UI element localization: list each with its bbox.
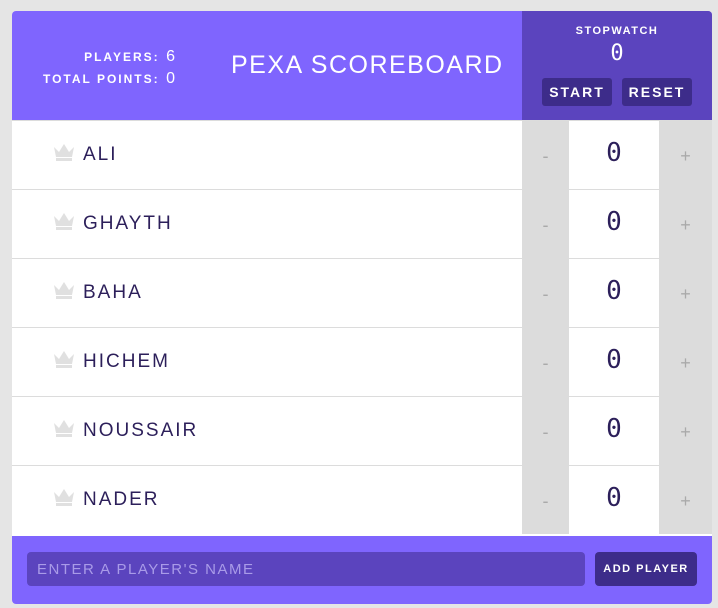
player-score: 0 [606,138,622,168]
player-row: BAHA - 0 + [12,258,712,327]
stopwatch-label: STOPWATCH [575,25,659,37]
increment-button[interactable]: + [659,121,712,189]
add-player-button[interactable]: ADD PLAYER [595,552,697,586]
player-score: 0 [606,483,622,513]
player-row: NADER - 0 + [12,465,712,534]
total-points-label: TOTAL POINTS: [42,72,160,86]
player-name: GHAYTH [83,213,173,234]
player-list: ALI - 0 + GHAYTH - 0 + BAHA - 0 + HICHEM… [12,120,712,534]
page-title: PEXA SCOREBOARD [231,51,504,79]
stopwatch-time: 0 [610,41,624,66]
players-label: PLAYERS: [84,50,160,64]
player-name-input[interactable] [27,552,585,586]
increment-button[interactable]: + [659,397,712,465]
add-player-form: ADD PLAYER [12,536,712,604]
player-name: NOUSSAIR [83,420,199,441]
increment-button[interactable]: + [659,328,712,396]
player-score: 0 [606,345,622,375]
player-name: ALI [83,144,118,165]
increment-button[interactable]: + [659,259,712,327]
crown-icon[interactable] [52,280,76,300]
decrement-button[interactable]: - [522,121,569,189]
start-button[interactable]: START [542,78,612,106]
crown-icon[interactable] [52,487,76,507]
player-name: NADER [83,489,160,510]
increment-button[interactable]: + [659,190,712,258]
increment-button[interactable]: + [659,466,712,534]
decrement-button[interactable]: - [522,190,569,258]
crown-icon[interactable] [52,142,76,162]
player-row: NOUSSAIR - 0 + [12,396,712,465]
header: PLAYERS: 6 TOTAL POINTS: 0 PEXA SCOREBOA… [12,11,712,120]
decrement-button[interactable]: - [522,466,569,534]
crown-icon[interactable] [52,349,76,369]
decrement-button[interactable]: - [522,397,569,465]
stats-panel: PLAYERS: 6 TOTAL POINTS: 0 [12,46,175,90]
decrement-button[interactable]: - [522,259,569,327]
players-stat: PLAYERS: 6 [12,46,175,68]
scoreboard: PLAYERS: 6 TOTAL POINTS: 0 PEXA SCOREBOA… [12,11,712,604]
total-points-value: 0 [166,70,175,87]
decrement-button[interactable]: - [522,328,569,396]
total-points-stat: TOTAL POINTS: 0 [12,68,175,90]
reset-button[interactable]: RESET [622,78,692,106]
player-score: 0 [606,276,622,306]
player-row: ALI - 0 + [12,120,712,189]
crown-icon[interactable] [52,418,76,438]
player-score: 0 [606,207,622,237]
stopwatch: STOPWATCH 0 START RESET [522,11,712,120]
player-row: HICHEM - 0 + [12,327,712,396]
player-row: GHAYTH - 0 + [12,189,712,258]
player-name: BAHA [83,282,143,303]
players-count: 6 [166,48,175,65]
crown-icon[interactable] [52,211,76,231]
player-name: HICHEM [83,351,170,372]
player-score: 0 [606,414,622,444]
